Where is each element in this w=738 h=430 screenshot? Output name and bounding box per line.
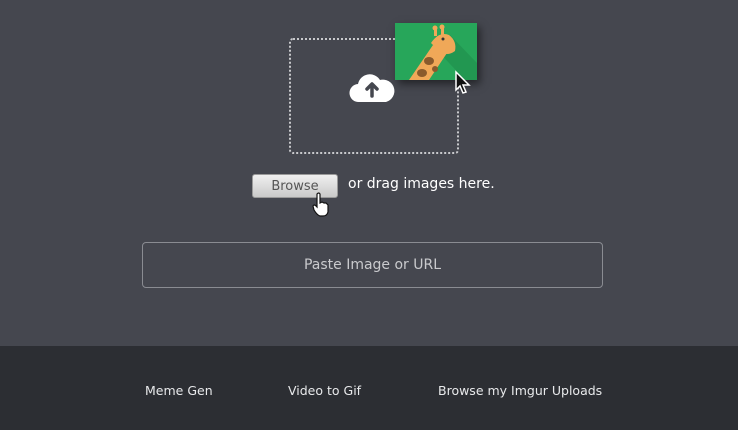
drag-hint-text: or drag images here. — [348, 176, 495, 192]
footer-link-browse-uploads[interactable]: Browse my Imgur Uploads — [438, 383, 602, 398]
cloud-upload-icon[interactable] — [349, 72, 395, 104]
upload-area: Browse or drag images here. Paste Image … — [0, 0, 738, 346]
footer: Meme Gen Video to Gif Browse my Imgur Up… — [0, 346, 738, 430]
paste-url-input[interactable]: Paste Image or URL — [142, 242, 603, 288]
footer-link-meme-gen[interactable]: Meme Gen — [145, 383, 213, 398]
hand-pointer-icon — [312, 192, 329, 217]
mouse-pointer-icon — [455, 70, 471, 94]
footer-link-video-to-gif[interactable]: Video to Gif — [288, 383, 361, 398]
